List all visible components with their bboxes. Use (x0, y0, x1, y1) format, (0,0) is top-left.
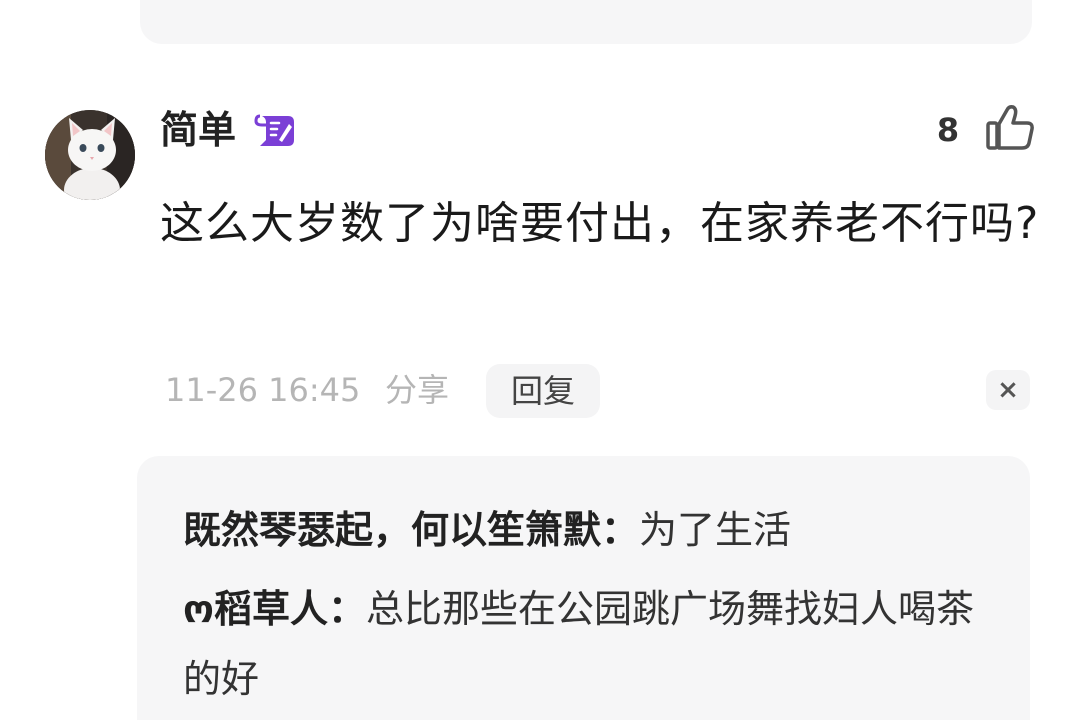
previous-reply-card (140, 0, 1032, 44)
comment-timestamp: 11-26 16:45 (165, 371, 361, 409)
close-button[interactable]: × (986, 370, 1030, 410)
reply-item[interactable]: ო稻草人：总比那些在公园跳广场舞找妇人喝茶的好 (183, 574, 983, 714)
like-count: 8 (936, 111, 960, 149)
close-icon: × (997, 375, 1019, 405)
avatar[interactable] (45, 110, 135, 200)
reply-text: 为了生活 (639, 508, 792, 552)
thumbs-up-icon[interactable] (984, 102, 1036, 152)
reply-author[interactable]: 既然琴瑟起，何以笙箫默： (183, 508, 639, 552)
cat-avatar-image (45, 110, 135, 200)
reply-button[interactable]: 回复 (486, 364, 600, 418)
comment-text: 这么大岁数了为啥要付出，在家养老不行吗? (160, 198, 1040, 249)
share-button[interactable]: 分享 (385, 368, 449, 412)
reply-author[interactable]: ო稻草人： (183, 587, 366, 631)
reply-item[interactable]: 既然琴瑟起，何以笙箫默：为了生活 (183, 495, 983, 565)
username[interactable]: 简单 (160, 106, 236, 154)
comment-screen: 简单 8 这么大岁数了为啥要付出，在家养老不行吗? 11-26 16:45 分享… (0, 0, 1080, 720)
creator-badge-icon (254, 114, 294, 146)
